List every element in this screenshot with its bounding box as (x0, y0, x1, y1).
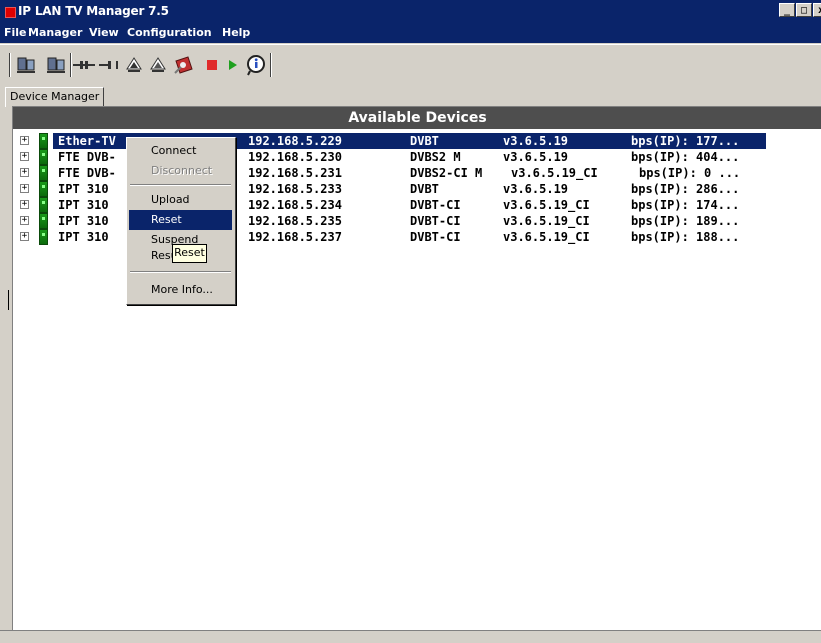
tab-strip: Device Manager (0, 84, 821, 107)
device-bps: bps(IP): 174... (631, 198, 740, 212)
device-version: v3.6.5.19_CI (503, 198, 590, 212)
expand-icon[interactable]: + (20, 136, 29, 145)
menu-item-upload[interactable]: Upload (129, 190, 232, 210)
device-icon (39, 149, 48, 165)
device-list-icon[interactable] (14, 54, 38, 76)
play-icon[interactable] (220, 54, 244, 76)
menu-help[interactable]: Help (222, 26, 250, 39)
window-edge-mark (8, 290, 9, 310)
device-bps: bps(IP): 404... (631, 150, 740, 164)
maximize-button[interactable]: □ (796, 3, 812, 17)
device-icon (39, 229, 48, 245)
panel-title: Available Devices (13, 107, 821, 129)
device-type: DVBT (410, 182, 439, 196)
device-name: FTE DVB- (58, 166, 116, 180)
device-name: IPT 310 (58, 198, 109, 212)
status-bar (0, 630, 821, 643)
menu-item-reset[interactable]: Reset (129, 210, 232, 230)
device-ip: 192.168.5.235 (248, 214, 342, 228)
expand-icon[interactable]: + (20, 200, 29, 209)
device-ip: 192.168.5.231 (248, 166, 342, 180)
device-icon (39, 213, 48, 229)
menu-manager[interactable]: Manager (28, 26, 82, 39)
device-ip: 192.168.5.229 (248, 134, 342, 148)
expand-icon[interactable]: + (20, 232, 29, 241)
device-type: DVBS2-CI M (410, 166, 483, 180)
device-name: Ether-TV (58, 134, 116, 148)
device-ip: 192.168.5.233 (248, 182, 342, 196)
device-icon (39, 133, 48, 149)
device-version: v3.6.5.19_CI (503, 214, 590, 228)
device-add-icon[interactable] (44, 54, 68, 76)
minimize-button[interactable]: _ (779, 3, 795, 17)
window-controls: _ □ x (778, 3, 821, 17)
device-icon (39, 165, 48, 181)
device-type: DVBT (410, 134, 439, 148)
device-bps: bps(IP): 177... (631, 134, 740, 148)
device-type: DVBT-CI (410, 230, 461, 244)
menu-bar: File Manager View Configuration Help (0, 24, 821, 43)
device-bps: bps(IP): 189... (631, 214, 740, 228)
toolbar-separator (9, 53, 11, 77)
close-button[interactable]: x (813, 3, 821, 17)
expand-icon[interactable]: + (20, 216, 29, 225)
device-name: FTE DVB- (58, 150, 116, 164)
device-version: v3.6.5.19 (503, 182, 569, 196)
device-version: v3.6.5.19_CI (511, 166, 598, 180)
title-bar[interactable]: IP LAN TV Manager 7.5 _ □ x (0, 0, 821, 24)
device-ip: 192.168.5.230 (248, 150, 342, 164)
window-title: IP LAN TV Manager 7.5 (18, 4, 169, 18)
info-icon[interactable] (244, 54, 268, 76)
menu-item-connect[interactable]: Connect (129, 141, 232, 161)
device-icon (39, 197, 48, 213)
menu-separator (130, 271, 231, 273)
menu-configuration[interactable]: Configuration (127, 26, 212, 39)
expand-icon[interactable]: + (20, 152, 29, 161)
tab-device-manager[interactable]: Device Manager (5, 87, 105, 107)
app-icon (5, 7, 16, 18)
menu-item-disconnect: Disconnect (151, 164, 213, 177)
device-version: v3.6.5.19 (503, 134, 569, 148)
device-bps: bps(IP): 286... (631, 182, 740, 196)
upload-all-arrow-icon[interactable] (146, 54, 170, 76)
device-ip: 192.168.5.237 (248, 230, 342, 244)
device-version: v3.6.5.19 (503, 150, 569, 164)
connect-plug-icon[interactable] (72, 54, 96, 76)
device-bps: bps(IP): 188... (631, 230, 740, 244)
upload-arrow-icon[interactable] (122, 54, 146, 76)
device-name: IPT 310 (58, 182, 109, 196)
expand-icon[interactable]: + (20, 168, 29, 177)
configure-icon[interactable] (172, 54, 196, 76)
menu-item-more-info[interactable]: More Info... (129, 280, 232, 300)
menu-view[interactable]: View (89, 26, 119, 39)
menu-separator (130, 184, 231, 186)
device-type: DVBT-CI (410, 214, 461, 228)
app-window: IP LAN TV Manager 7.5 _ □ x File Manager… (0, 0, 821, 643)
device-type: DVBS2 M (410, 150, 461, 164)
tooltip: Reset (172, 244, 207, 263)
device-version: v3.6.5.19_CI (503, 230, 590, 244)
device-ip: 192.168.5.234 (248, 198, 342, 212)
toolbar (0, 44, 821, 85)
device-bps: bps(IP): 0 ... (639, 166, 741, 180)
context-menu: Connect Disconnect Upload Reset Suspend … (126, 137, 236, 305)
toolbar-separator (270, 53, 272, 77)
device-name: IPT 310 (58, 230, 109, 244)
device-name: IPT 310 (58, 214, 109, 228)
device-type: DVBT-CI (410, 198, 461, 212)
device-icon (39, 181, 48, 197)
disconnect-plug-icon[interactable] (98, 54, 122, 76)
menu-file[interactable]: File (4, 26, 27, 39)
expand-icon[interactable]: + (20, 184, 29, 193)
